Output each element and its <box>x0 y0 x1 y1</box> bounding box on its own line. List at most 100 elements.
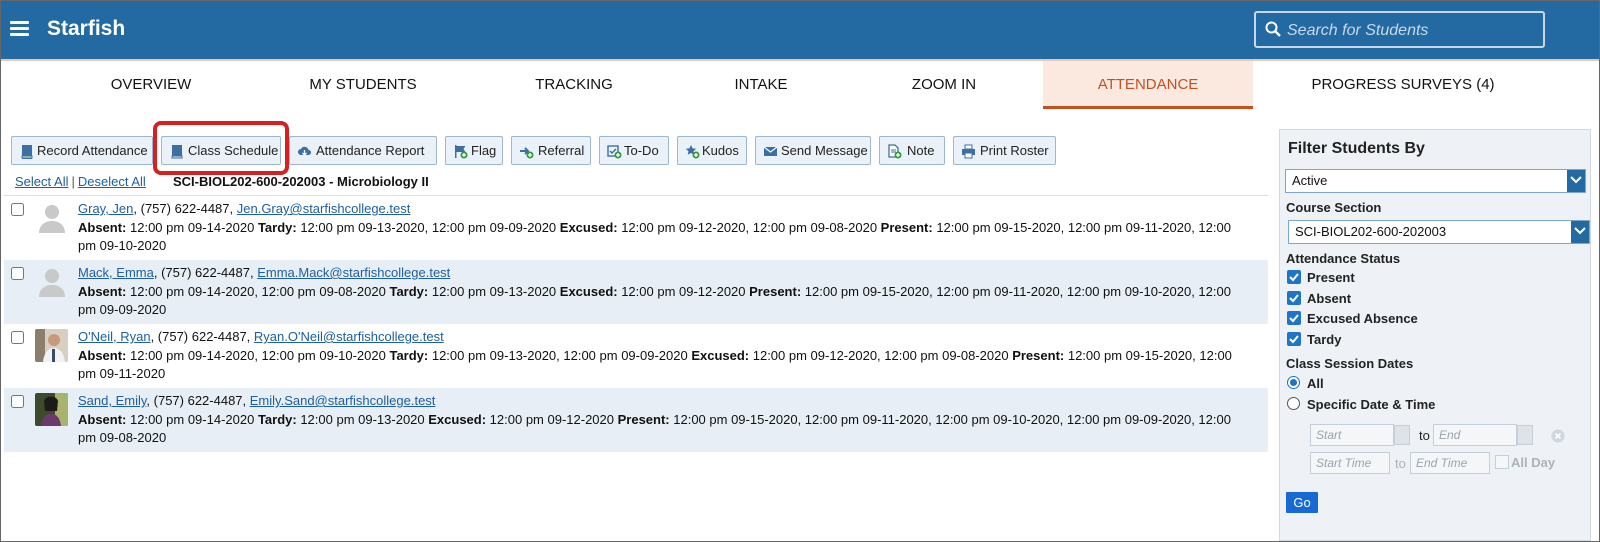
printer-icon <box>962 144 975 159</box>
flag-add-icon <box>455 145 468 159</box>
default-avatar-icon <box>39 269 65 297</box>
specific-date-radio[interactable] <box>1287 397 1300 410</box>
student-row: Sand, Emily, (757) 622-4487, Emily.Sand@… <box>4 388 1268 452</box>
attendance-status-label: Attendance Status <box>1286 251 1401 266</box>
student-email-link[interactable]: Emma.Mack@starfishcollege.test <box>257 265 450 280</box>
flag-button[interactable]: Flag <box>445 136 503 165</box>
student-list: Gray, Jen, (757) 622-4487, Jen.Gray@star… <box>4 195 1268 452</box>
course-title: SCI-BIOL202-600-202003 - Microbiology II <box>173 174 429 189</box>
print-roster-button[interactable]: Print Roster <box>953 136 1056 165</box>
to-label: to <box>1419 428 1430 443</box>
calendar-icon[interactable] <box>1394 425 1410 445</box>
search-box[interactable] <box>1254 11 1545 48</box>
student-phone: , (757) 622-4487, <box>133 201 237 216</box>
course-section-label: Course Section <box>1286 200 1382 215</box>
student-name-link[interactable]: Gray, Jen <box>78 201 133 216</box>
present-checkbox[interactable] <box>1287 270 1301 284</box>
todo-add-icon <box>607 145 622 159</box>
excused-absence-checkbox[interactable] <box>1287 311 1301 325</box>
tab-progress-surveys[interactable]: PROGRESS SURVEYS (4) <box>1253 61 1553 109</box>
student-email-link[interactable]: Ryan.O'Neil@starfishcollege.test <box>254 329 444 344</box>
row-checkbox[interactable] <box>11 395 24 408</box>
attendance-report-button[interactable]: Attendance Report <box>289 136 437 165</box>
session-dates-label: Class Session Dates <box>1286 356 1414 371</box>
student-phone: , (757) 622-4487, <box>153 265 258 280</box>
student-phone: , (757) 622-4487, <box>150 329 254 344</box>
tardy-checkbox[interactable] <box>1287 332 1301 346</box>
chevron-down-icon <box>1567 170 1585 192</box>
note-button[interactable]: Note <box>879 136 945 165</box>
clear-icon[interactable] <box>1551 429 1565 443</box>
student-contact: Gray, Jen, (757) 622-4487, Jen.Gray@star… <box>78 201 410 216</box>
referral-add-icon <box>520 147 534 159</box>
student-email-link[interactable]: Emily.Sand@starfishcollege.test <box>250 393 436 408</box>
tab-intake[interactable]: INTAKE <box>677 61 845 109</box>
student-name-link[interactable]: Mack, Emma <box>78 265 154 280</box>
deselect-all-link[interactable]: Deselect All <box>78 174 146 189</box>
row-checkbox[interactable] <box>11 267 24 280</box>
course-section-select[interactable]: SCI-BIOL202-600-202003 <box>1288 220 1590 244</box>
student-row: O'Neil, Ryan, (757) 622-4487, Ryan.O'Nei… <box>4 324 1268 388</box>
app-frame: Starfish OVERVIEW MY STUDENTS TRACKING I… <box>0 0 1600 542</box>
main-tabs: OVERVIEW MY STUDENTS TRACKING INTAKE ZOO… <box>1 61 1599 109</box>
default-avatar-icon <box>39 205 65 233</box>
attendance-summary: Absent: 12:00 pm 09-14-2020 Tardy: 12:00… <box>78 220 1231 253</box>
go-button[interactable]: Go <box>1286 492 1318 513</box>
tab-my-students[interactable]: MY STUDENTS <box>255 61 471 109</box>
to-label: to <box>1395 456 1406 471</box>
attendance-summary: Absent: 12:00 pm 09-14-2020, 12:00 pm 09… <box>78 348 1232 381</box>
all-dates-radio[interactable] <box>1287 376 1300 389</box>
absent-checkbox[interactable] <box>1287 291 1301 305</box>
top-bar: Starfish <box>1 1 1599 61</box>
referral-button[interactable]: Referral <box>511 136 591 165</box>
student-phone: , (757) 622-4487, <box>146 393 250 408</box>
send-message-button[interactable]: Send Message <box>755 136 871 165</box>
todo-button[interactable]: To-Do <box>599 136 669 165</box>
selection-controls: Select All | Deselect All <box>15 174 146 189</box>
book-icon <box>21 145 33 159</box>
student-row: Mack, Emma, (757) 622-4487, Emma.Mack@st… <box>4 260 1268 324</box>
cloud-download-icon <box>298 146 311 156</box>
student-contact: Sand, Emily, (757) 622-4487, Emily.Sand@… <box>78 393 435 408</box>
search-input[interactable] <box>1285 19 1539 43</box>
student-email-link[interactable]: Jen.Gray@starfishcollege.test <box>237 201 411 216</box>
tab-attendance[interactable]: ATTENDANCE <box>1043 61 1253 109</box>
tab-tracking[interactable]: TRACKING <box>471 61 677 109</box>
student-photo <box>35 393 68 426</box>
student-name-link[interactable]: Sand, Emily <box>78 393 146 408</box>
hamburger-menu-icon[interactable] <box>10 21 29 36</box>
record-attendance-button[interactable]: Record Attendance <box>11 136 153 165</box>
specific-date-label: Specific Date & Time <box>1307 397 1436 412</box>
all-day-label: All Day <box>1511 455 1556 470</box>
link-separator: | <box>71 174 75 189</box>
row-checkbox[interactable] <box>11 331 24 344</box>
attendance-summary: Absent: 12:00 pm 09-14-2020, 12:00 pm 09… <box>78 284 1231 317</box>
student-name-link[interactable]: O'Neil, Ryan <box>78 329 151 344</box>
filter-panel: Filter Students By Active Course Section… <box>1279 129 1591 541</box>
filter-title: Filter Students By <box>1288 140 1425 157</box>
student-row: Gray, Jen, (757) 622-4487, Jen.Gray@star… <box>4 196 1268 260</box>
select-all-link[interactable]: Select All <box>15 174 68 189</box>
note-add-icon <box>888 144 902 159</box>
status-select[interactable]: Active <box>1285 169 1586 193</box>
start-date-field[interactable]: Start <box>1310 424 1394 446</box>
kudos-button[interactable]: Kudos <box>677 136 747 165</box>
start-time-field[interactable]: Start Time <box>1310 452 1390 474</box>
tab-overview[interactable]: OVERVIEW <box>47 61 255 109</box>
end-time-field[interactable]: End Time <box>1410 452 1490 474</box>
end-date-field[interactable]: End <box>1433 424 1517 446</box>
student-contact: O'Neil, Ryan, (757) 622-4487, Ryan.O'Nei… <box>78 329 444 344</box>
excused-absence-label: Excused Absence <box>1307 311 1418 326</box>
row-checkbox[interactable] <box>11 203 24 216</box>
student-photo <box>35 329 68 362</box>
course-section-value: SCI-BIOL202-600-202003 <box>1295 224 1447 239</box>
tab-zoom-in[interactable]: ZOOM IN <box>845 61 1043 109</box>
calendar-icon[interactable] <box>1517 425 1533 445</box>
star-add-icon <box>685 145 700 159</box>
tardy-label: Tardy <box>1307 332 1342 347</box>
all-day-checkbox[interactable] <box>1495 455 1509 469</box>
present-label: Present <box>1307 270 1355 285</box>
student-contact: Mack, Emma, (757) 622-4487, Emma.Mack@st… <box>78 265 450 280</box>
chevron-down-icon <box>1571 221 1589 243</box>
envelope-icon <box>763 146 778 156</box>
